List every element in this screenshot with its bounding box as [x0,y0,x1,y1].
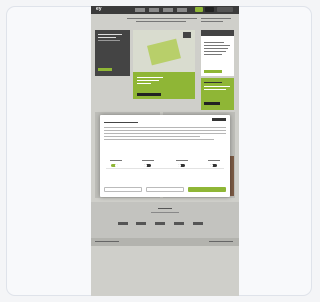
cookie-logo [212,118,226,121]
allow-selection-button[interactable] [146,187,184,192]
category-label-statistics [176,160,188,162]
deny-button[interactable] [104,187,142,192]
category-label-necessary [110,160,122,162]
partner-logo [174,222,184,225]
info-card-button[interactable] [204,70,222,73]
language-button[interactable] [195,7,203,12]
cookie-consent-dialog [100,115,230,197]
nav-link[interactable] [149,8,159,12]
site-logo[interactable]: ey [96,6,102,12]
header-meta-text [201,21,223,23]
login-button[interactable] [205,7,214,12]
headline-text [136,21,186,23]
headline-text [127,18,197,20]
hero-image [133,30,195,72]
feature-banner-button[interactable] [137,93,161,96]
nav-link[interactable] [135,8,145,12]
category-label-marketing [208,160,220,162]
partner-logo [118,222,128,225]
slider-arrow-icon[interactable] [183,32,191,38]
news-panel [95,30,130,76]
toggle-marketing[interactable] [210,164,217,168]
nav-link[interactable] [177,8,187,12]
feature-banner [133,72,195,99]
footer-bar [91,238,239,246]
news-button[interactable] [98,68,112,71]
search-button[interactable] [217,7,233,12]
promo-card-button[interactable] [204,102,220,105]
allow-all-button[interactable] [188,187,226,192]
partner-logo [193,222,203,225]
partners-section [91,202,239,238]
info-card [201,30,234,76]
toggle-statistics[interactable] [178,164,185,168]
toggle-preferences[interactable] [144,164,151,168]
cookie-title [104,122,138,124]
partners-heading [158,208,172,210]
cookie-divider [106,168,224,170]
partner-logo [136,222,146,225]
header-meta-text [201,18,231,20]
category-label-preferences [142,160,154,162]
top-nav-bar: ey [91,6,239,14]
toggle-necessary[interactable] [111,164,118,168]
nav-link[interactable] [163,8,173,12]
paper-icon [147,38,181,66]
partner-logo [155,222,165,225]
website-screenshot: ey [91,6,239,296]
page-bottom [91,246,239,296]
promo-card [201,78,234,110]
